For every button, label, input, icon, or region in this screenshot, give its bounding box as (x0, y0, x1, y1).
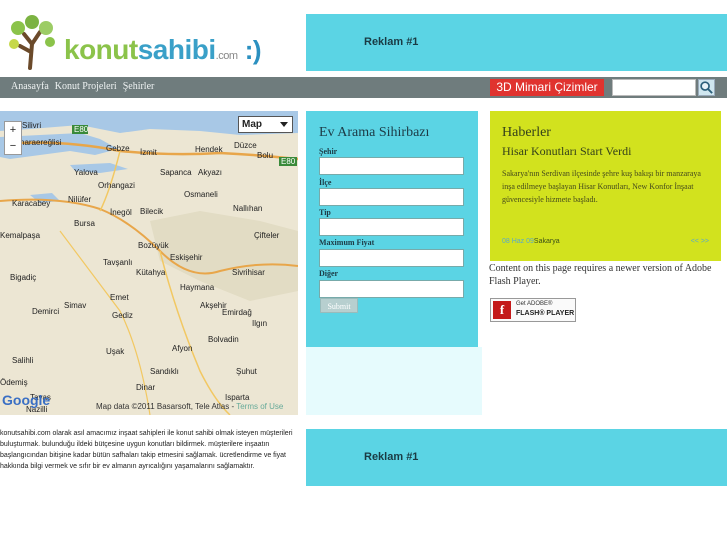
flash-icon: f (493, 301, 511, 319)
road-label: E80 (281, 157, 296, 166)
flash-badge-name: FLASH® PLAYER (516, 310, 575, 317)
ilce-field[interactable] (319, 188, 464, 206)
field-label-diger: Diğer (319, 269, 339, 278)
news-panel: Haberler Hisar Konutları Start Verdi Sak… (490, 111, 721, 261)
ad-label: Reklam #1 (364, 451, 419, 463)
wizard-footer-panel (306, 347, 482, 415)
map-type-select[interactable]: Map (238, 116, 293, 133)
logo-text: konutsahibi.com :) (64, 34, 262, 65)
map-city-label: Bigadiç (10, 273, 37, 282)
map-city-label: İnegöl (110, 208, 132, 217)
map-city-label: Ödemiş (0, 378, 28, 387)
submit-button[interactable]: Submit (320, 298, 358, 313)
about-text: konutsahibi.com olarak asıl amacımız inş… (0, 430, 293, 470)
map-city-label: Bolu (257, 151, 274, 160)
map-city-label: Çifteler (254, 231, 280, 240)
map-city-label: Sivrihisar (232, 268, 265, 277)
nav-item-sehirler[interactable]: Şehirler (123, 81, 155, 92)
map-city-label: Nilüfer (68, 195, 92, 204)
news-city: Sakarya (533, 238, 560, 245)
map-city-label: Akşehir (200, 301, 227, 310)
wizard-title: Ev Arama Sihirbazı (319, 125, 430, 140)
tree-logo-icon (9, 15, 55, 70)
get-flash-player-button[interactable]: f Get ADOBE® FLASH® PLAYER (490, 298, 576, 322)
zoom-in-button[interactable]: + (5, 122, 21, 138)
map-city-label: Demirci (32, 307, 60, 316)
map-city-label: Emet (110, 293, 129, 302)
map-copyright-text: Map data ©2011 Basarsoft, Tele Atlas - (96, 402, 235, 411)
map-city-label: Yalova (74, 168, 98, 177)
nav-bar: Anasayfa Konut Projeleri Şehirler 3D Mim… (0, 77, 727, 98)
map-city-label: Ilgın (252, 319, 268, 328)
map-city-label: Bursa (74, 219, 95, 228)
diger-field[interactable] (319, 280, 464, 298)
map-city-label: Bozüyük (138, 241, 169, 250)
news-title: Haberler (502, 125, 551, 140)
tip-field[interactable] (319, 218, 464, 236)
zoom-out-button[interactable]: − (5, 138, 21, 154)
field-label-tip: Tip (319, 208, 331, 217)
news-headline[interactable]: Hisar Konutları Start Verdi (502, 144, 631, 159)
map-city-label: Afyon (172, 344, 193, 353)
search-icon (700, 81, 713, 94)
map-city-label: Silivri (22, 121, 42, 130)
ad-banner-bottom[interactable]: Reklam #1 (306, 429, 727, 486)
max-fiyat-field[interactable] (319, 249, 464, 267)
map-city-label: Şuhut (236, 367, 257, 376)
map-city-label: Gediz (112, 311, 133, 320)
map-city-label: Eskişehir (170, 253, 203, 262)
field-label-sehir: Şehir (319, 147, 338, 156)
map-city-label: Bolvadin (208, 335, 239, 344)
map-city-label: Kütahya (136, 268, 166, 277)
search-button[interactable] (698, 79, 715, 96)
ad-label: Reklam #1 (364, 36, 419, 48)
google-map[interactable]: E80 E80 Silivri Marmaraereğlisi Gebze İz… (0, 111, 298, 415)
chevron-down-icon (280, 122, 288, 127)
map-city-label: Akyazı (198, 168, 223, 177)
map-city-label: Düzce (234, 141, 257, 150)
road-label: E80 (74, 125, 89, 134)
map-city-label: İzmit (140, 148, 157, 157)
field-label-max-fiyat: Maximum Fiyat (319, 238, 375, 247)
search-input[interactable] (612, 79, 696, 96)
map-city-label: Simav (64, 301, 87, 310)
ad-banner-top[interactable]: Reklam #1 (306, 14, 727, 71)
map-city-label: Bilecik (140, 207, 164, 216)
flash-badge-get: Get ADOBE® (516, 301, 553, 307)
news-meta: 08 Haz 09Sakarya (502, 238, 560, 245)
map-city-label: Sandıklı (150, 367, 179, 376)
map-type-value: Map (242, 119, 262, 130)
news-pager[interactable]: << >> (691, 238, 709, 245)
nav-item-anasayfa[interactable]: Anasayfa (11, 81, 49, 92)
search-wizard: Ev Arama Sihirbazı Şehir İlçe Tip Maximu… (306, 111, 478, 347)
news-date: 08 Haz 09 (502, 238, 534, 245)
site-logo[interactable]: konutsahibi.com :) (6, 14, 276, 70)
map-city-label: Osmaneli (184, 190, 218, 199)
news-body: Sakarya'nın Serdivan ilçesinde şehre kuş… (502, 169, 701, 204)
map-city-label: Hendek (195, 145, 223, 154)
map-city-label: Salihli (12, 356, 34, 365)
map-city-label: Nallıhan (233, 204, 263, 213)
nav-menu: Anasayfa Konut Projeleri Şehirler (11, 81, 154, 92)
map-city-label: Uşak (106, 347, 125, 356)
map-city-label: Tavşanlı (103, 258, 133, 267)
map-city-label: Haymana (180, 283, 215, 292)
map-city-label: Kemalpaşa (0, 231, 41, 240)
map-city-label: Sapanca (160, 168, 192, 177)
flash-message: Content on this page requires a newer ve… (489, 263, 712, 287)
map-zoom-control[interactable]: + − (4, 121, 22, 155)
page: konutsahibi.com :) Reklam #1 Anasayfa Ko… (0, 0, 727, 545)
map-city-label: Dinar (136, 383, 156, 392)
map-city-label: Gebze (106, 144, 130, 153)
mimari-banner[interactable]: 3D Mimari Çizimler (490, 79, 604, 96)
map-city-label: Isparta (225, 393, 250, 402)
terms-of-use-link[interactable]: Terms of Use (236, 402, 283, 411)
google-logo[interactable]: Google (2, 392, 50, 408)
map-copyright: Map data ©2011 Basarsoft, Tele Atlas - T… (96, 402, 283, 411)
nav-item-konut-projeleri[interactable]: Konut Projeleri (55, 81, 117, 92)
map-city-label: Orhangazi (98, 181, 135, 190)
map-city-label: Karacabey (12, 199, 51, 208)
field-label-ilce: İlçe (319, 178, 332, 187)
sehir-field[interactable] (319, 157, 464, 175)
